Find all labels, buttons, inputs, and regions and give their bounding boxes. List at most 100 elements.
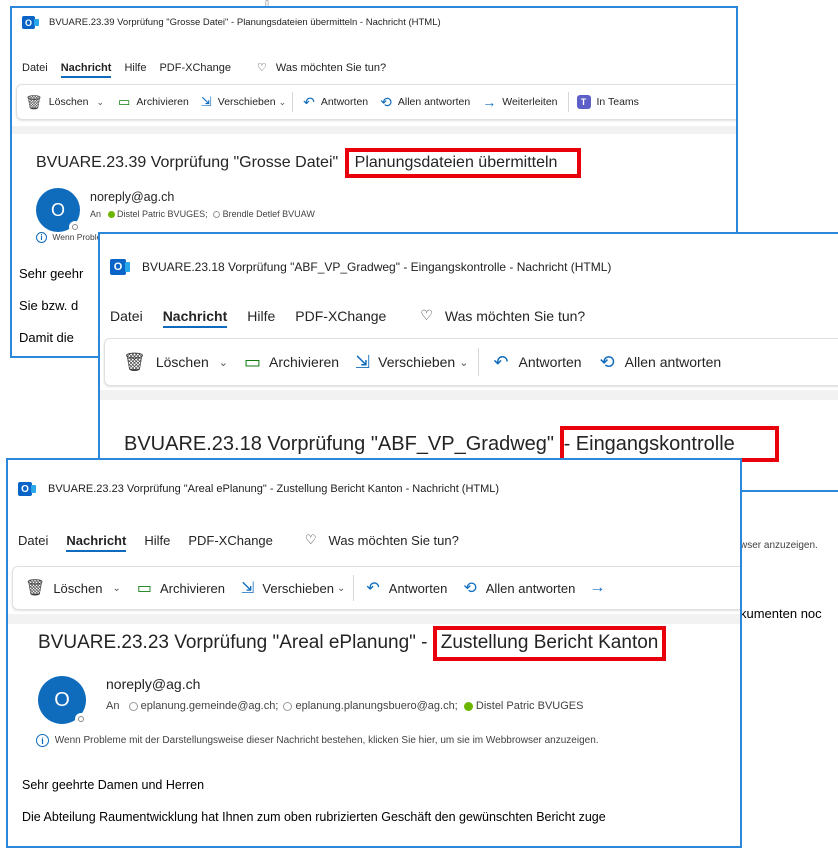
outlook-logo-icon: O [110,259,130,275]
archive-button[interactable]: ▭ Archivieren [118,94,189,110]
forward-button[interactable]: → [589,579,605,597]
highlight-box: Zustellung Bericht Kanton [432,626,667,661]
message-subject: BVUARE.23.18 Vorprüfung "ABF_VP_Gradweg"… [124,426,779,462]
reply-icon: ↶ [493,351,509,372]
menu-bar: Datei Nachricht Hilfe PDF-XChange ♡ Was … [22,61,386,78]
reply-all-icon: ⟲ [380,93,392,110]
ribbon-toolbar: 🗑 Löschen ⌄ ▭ Archivieren ⇲ Verschieben … [104,338,838,386]
info-icon: i [36,232,47,244]
ribbon-gap [100,390,838,400]
body-greeting: Sehr geehrte Damen und Herren [22,778,205,792]
avatar: O [36,188,81,233]
ribbon-gap [12,126,736,134]
menu-nachricht[interactable]: Nachricht [162,308,227,328]
presence-available-icon [107,211,115,219]
presence-unknown-icon [213,211,221,219]
reply-all-icon: ⟲ [599,351,615,372]
archive-icon: ▭ [118,94,131,109]
chevron-down-icon: ⌄ [112,582,121,594]
trash-icon: 🗑 [25,93,43,110]
menu-pdf-xchange[interactable]: PDF-XChange [188,533,273,548]
move-button[interactable]: ⇲ Verschieben ⌄ [201,94,286,110]
title-bar: O BVUARE.23.18 Vorprüfung "ABF_VP_Gradwe… [110,259,611,275]
forward-icon: → [589,579,606,596]
ribbon-separator [292,92,294,112]
menu-hilfe[interactable]: Hilfe [144,533,170,548]
highlight-box: - Eingangskontrolle [559,426,779,462]
archive-icon: ▭ [244,351,262,372]
menu-datei[interactable]: Datei [18,533,48,548]
chevron-down-icon: ⌄ [218,356,229,369]
info-bar[interactable]: i Wenn Proble [36,232,101,244]
menu-bar: Datei Nachricht Hilfe PDF-XChange ♡ Was … [18,532,459,552]
reply-button[interactable]: ↶ Antworten [366,578,447,598]
reply-button[interactable]: ↶ Antworten [493,352,581,373]
share-to-teams-button[interactable]: T In Teams [576,95,639,109]
menu-pdf-xchange[interactable]: PDF-XChange [295,308,386,324]
body-fragment: kumenten noc [740,606,822,621]
chevron-down-icon: ⌄ [459,356,469,369]
move-button[interactable]: ⇲ Verschieben ⌄ [241,578,345,598]
delete-button[interactable]: 🗑 Löschen ⌄ [25,94,104,111]
body-line: Sie bzw. d [19,298,79,313]
menu-datei[interactable]: Datei [110,308,143,324]
reply-all-button[interactable]: ⟲ Allen antworten [463,578,575,598]
ribbon-separator [478,348,480,376]
forward-icon: → [482,94,497,110]
menu-nachricht[interactable]: Nachricht [66,533,126,552]
trash-icon: 🗑 [123,351,146,372]
lightbulb-icon: ♡ [257,62,267,74]
outlook-logo-icon: O [22,16,39,29]
ribbon-separator [353,575,355,601]
window-title: BVUARE.23.18 Vorprüfung "ABF_VP_Gradweg"… [142,260,612,274]
title-bar: O BVUARE.23.39 Vorprüfung "Grosse Datei"… [22,16,441,29]
recipient-line: An Distel Patric BVUGES; Brendle Detlef … [90,209,315,219]
message-subject: BVUARE.23.23 Vorprüfung "Areal ePlanung"… [38,626,667,661]
avatar: O [38,676,87,725]
chevron-down-icon: ⌄ [96,96,105,107]
menu-nachricht[interactable]: Nachricht [60,62,111,78]
body-line: Sehr geehr [19,266,84,281]
reply-all-button[interactable]: ⟲ Allen antworten [380,94,470,111]
info-bar-fragment: wser anzuzeigen. [740,540,818,551]
menu-hilfe[interactable]: Hilfe [247,308,275,324]
reply-icon: ↶ [366,580,380,597]
sender-address: noreply@ag.ch [106,676,201,692]
email-window-3: O BVUARE.23.23 Vorprüfung "Areal ePlanun… [6,458,742,848]
sender-address: noreply@ag.ch [90,190,175,204]
info-bar[interactable]: i Wenn Probleme mit der Darstellungsweis… [36,734,599,747]
ribbon-separator [567,92,569,112]
forward-button[interactable]: → Weiterleiten [482,94,557,110]
archive-button[interactable]: ▭ Archivieren [244,352,339,373]
presence-unknown-icon [128,701,138,711]
ribbon-gap [8,614,740,624]
menu-hilfe[interactable]: Hilfe [124,62,146,74]
move-button[interactable]: ⇲ Verschieben ⌄ [355,352,468,373]
move-folder-icon: ⇲ [241,580,255,597]
tell-me-search[interactable]: Was möchten Sie tun? [445,308,585,324]
ribbon-toolbar: 🗑 Löschen ⌄ ▭ Archivieren ⇲ Verschieben … [12,566,740,610]
delete-button[interactable]: 🗑 Löschen ⌄ [123,352,228,373]
archive-button[interactable]: ▭ Archivieren [137,578,225,598]
presence-unknown-icon [283,701,293,711]
email-window-2: O BVUARE.23.18 Vorprüfung "ABF_VP_Gradwe… [98,232,838,492]
chevron-down-icon: ⌄ [336,582,346,594]
move-folder-icon: ⇲ [200,94,212,109]
teams-icon: T [576,95,591,109]
menu-pdf-xchange[interactable]: PDF-XChange [159,62,231,74]
menu-datei[interactable]: Datei [22,62,48,74]
delete-button[interactable]: 🗑 Löschen ⌄ [25,578,121,598]
archive-icon: ▭ [136,580,152,597]
message-subject: BVUARE.23.39 Vorprüfung "Grosse Datei" P… [36,148,582,178]
reply-button[interactable]: ↶ Antworten [303,94,368,111]
tell-me-search[interactable]: Was möchten Sie tun? [329,533,459,548]
tell-me-search[interactable]: Was möchten Sie tun? [276,62,386,74]
window-title: BVUARE.23.23 Vorprüfung "Areal ePlanung"… [48,483,500,495]
chevron-down-icon: ⌄ [278,96,287,107]
title-bar: O BVUARE.23.23 Vorprüfung "Areal ePlanun… [18,482,499,496]
move-folder-icon: ⇲ [355,351,371,372]
body-line: Die Abteilung Raumentwicklung hat Ihnen … [22,810,606,824]
reply-all-button[interactable]: ⟲ Allen antworten [600,352,722,373]
highlight-box: Planungsdateien übermitteln [344,148,582,178]
window-title: BVUARE.23.39 Vorprüfung "Grosse Datei" -… [49,17,441,28]
